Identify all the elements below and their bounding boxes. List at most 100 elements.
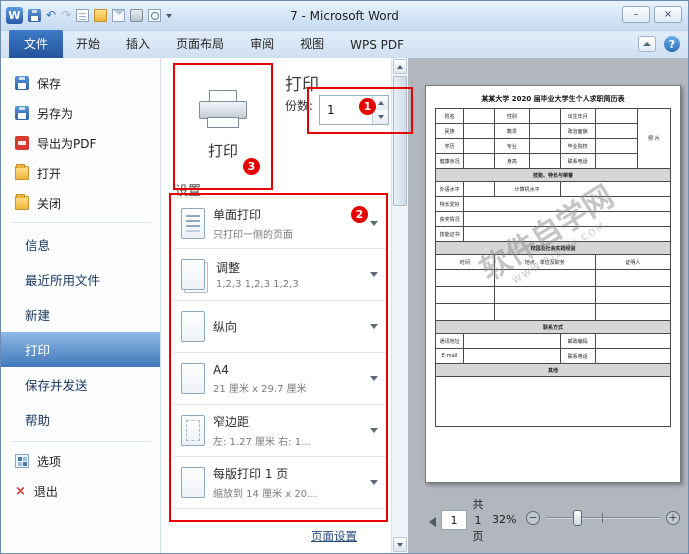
save-icon [15, 76, 29, 90]
close-file-icon [15, 194, 29, 210]
new-document-icon[interactable] [76, 9, 90, 22]
setting-pages-per-sheet[interactable]: 每版打印 1 页 缩放到 14 厘米 x 20... [173, 457, 386, 509]
titlebar: W ↶ ↷ 7 - Microsoft Word – × [1, 1, 688, 31]
tab-home[interactable]: 开始 [63, 30, 113, 58]
print-preview-pane: 某某大学 2020 届毕业大学生个人求职简历表 姓名 性别 出生年月 照 片 民族 籍贯 政… [408, 58, 688, 553]
table-cell [463, 348, 561, 364]
sidebar-item-label: 另存为 [37, 106, 74, 121]
redo-icon[interactable]: ↷ [61, 9, 71, 22]
table-cell: 联系电话 [559, 153, 596, 169]
sidebar-item-save[interactable]: 保存 [1, 68, 160, 98]
setting-margins[interactable]: 窄边距 左: 1.27 厘米 右: 1... [173, 405, 386, 457]
chevron-down-icon[interactable] [370, 428, 378, 433]
sidebar-item-close[interactable]: 关闭 [1, 188, 160, 218]
page-setup-link[interactable]: 页面设置 [311, 528, 357, 544]
undo-icon[interactable]: ↶ [46, 9, 56, 22]
table-section-cell: 联系方式 [435, 320, 671, 334]
table-cell [493, 303, 596, 321]
zoom-out-button[interactable]: − [526, 511, 540, 525]
chevron-down-icon[interactable] [370, 220, 378, 226]
print-settings-panel: 打印 打印 份数: 1 设置 单面打印 只打印一侧的页面 调整 1,2,3 1,… [161, 58, 391, 553]
sidebar-item-save-as[interactable]: 另存为 [1, 98, 160, 128]
table-cell: 时间 [435, 254, 495, 270]
table-cell: 联系电话 [559, 348, 596, 364]
copies-value[interactable]: 1 [320, 96, 372, 124]
margins-icon [181, 415, 205, 446]
tab-review[interactable]: 审阅 [237, 30, 287, 58]
sidebar-item-new[interactable]: 新建 [1, 297, 160, 332]
print-button-label: 打印 [207, 141, 238, 160]
table-cell [463, 138, 495, 154]
setting-duplex[interactable]: 单面打印 只打印一侧的页面 [173, 197, 386, 249]
table-cell: 身高 [493, 153, 530, 169]
backstage-sidebar: 保存 另存为 导出为PDF 打开 关闭 信息 最近所用文件 新建 打印 保存并发… [1, 58, 161, 553]
scrollbar-thumb[interactable] [393, 76, 407, 206]
close-button[interactable]: × [654, 6, 682, 23]
table-cell: 获奖情况 [434, 211, 465, 227]
scroll-up-button[interactable] [393, 59, 407, 74]
chevron-down-icon[interactable] [370, 272, 378, 277]
sidebar-item-save-send[interactable]: 保存并发送 [1, 367, 160, 402]
help-button[interactable]: ? [664, 36, 680, 52]
open-folder-icon[interactable] [94, 9, 108, 22]
sidebar-item-export-pdf[interactable]: 导出为PDF [1, 128, 160, 158]
minimize-button[interactable]: – [622, 6, 650, 23]
table-section-cell: 技能、特长与荣誉 [435, 168, 671, 182]
chevron-down-icon[interactable] [370, 376, 378, 381]
tab-file[interactable]: 文件 [9, 30, 64, 58]
copies-decrement-button[interactable] [373, 110, 388, 124]
sidebar-item-print[interactable]: 打印 [1, 332, 160, 367]
window-title: 7 - Microsoft Word [290, 8, 399, 23]
setting-paper-size[interactable]: A4 21 厘米 x 29.7 厘米 [173, 353, 386, 405]
setting-subtitle: 1,2,3 1,2,3 1,2,3 [216, 279, 299, 290]
sidebar-item-open[interactable]: 打开 [1, 158, 160, 188]
tab-insert[interactable]: 插入 [113, 30, 163, 58]
current-page-input[interactable]: 1 [441, 510, 467, 530]
previous-page-icon[interactable] [429, 517, 436, 527]
setting-subtitle: 左: 1.27 厘米 右: 1... [213, 437, 311, 448]
table-cell [594, 123, 639, 139]
sidebar-item-recent[interactable]: 最近所用文件 [1, 262, 160, 297]
copies-increment-button[interactable] [373, 96, 388, 110]
save-icon[interactable] [28, 9, 41, 22]
preview-nav-bar: 1 共 1 页 32% − + [408, 493, 688, 553]
table-cell: 政治面貌 [559, 123, 596, 139]
table-section-cell: 校园及社会实践经验 [435, 241, 671, 255]
table-cell: 照 片 [637, 108, 671, 169]
chevron-down-icon[interactable] [370, 480, 378, 485]
table-cell: E-mail [434, 348, 465, 364]
zoom-in-button[interactable]: + [666, 511, 680, 525]
copies-spinner[interactable]: 1 [319, 95, 389, 125]
sidebar-item-exit[interactable]: × 退出 [1, 476, 160, 506]
setting-title: A4 [213, 362, 229, 377]
zoom-slider-tick [602, 513, 603, 523]
chevron-down-icon[interactable] [370, 324, 378, 329]
table-cell [463, 123, 495, 139]
sidebar-item-help[interactable]: 帮助 [1, 402, 160, 437]
setting-collation[interactable]: 调整 1,2,3 1,2,3 1,2,3 [173, 249, 386, 301]
table-cell [463, 108, 495, 124]
table-cell [463, 333, 561, 349]
zoom-slider-thumb[interactable] [573, 510, 582, 526]
print-button[interactable]: 打印 [175, 66, 271, 184]
table-cell [463, 226, 671, 242]
zoom-slider-track[interactable] [546, 517, 660, 519]
tab-page-layout[interactable]: 页面布局 [163, 30, 237, 58]
table-cell: 籍贯 [493, 123, 530, 139]
word-logo-icon[interactable]: W [6, 7, 23, 24]
table-cell: 外语水平 [434, 181, 465, 197]
collate-icon [181, 259, 205, 290]
collapse-ribbon-button[interactable] [638, 36, 656, 52]
table-cell: 技能证书 [434, 226, 465, 242]
sidebar-item-info[interactable]: 信息 [1, 227, 160, 262]
tab-view[interactable]: 视图 [287, 30, 337, 58]
setting-orientation[interactable]: 纵向 [173, 301, 386, 353]
zoom-percentage[interactable]: 32% [492, 513, 516, 526]
table-cell [594, 303, 672, 321]
preview-page: 某某大学 2020 届毕业大学生个人求职简历表 姓名 性别 出生年月 照 片 民族 籍贯 政… [425, 85, 681, 483]
sidebar-item-options[interactable]: 选项 [1, 446, 160, 476]
tab-wps-pdf[interactable]: WPS PDF [337, 33, 417, 58]
table-cell [594, 108, 639, 124]
vertical-scrollbar[interactable] [391, 58, 408, 553]
scroll-down-button[interactable] [393, 537, 407, 552]
